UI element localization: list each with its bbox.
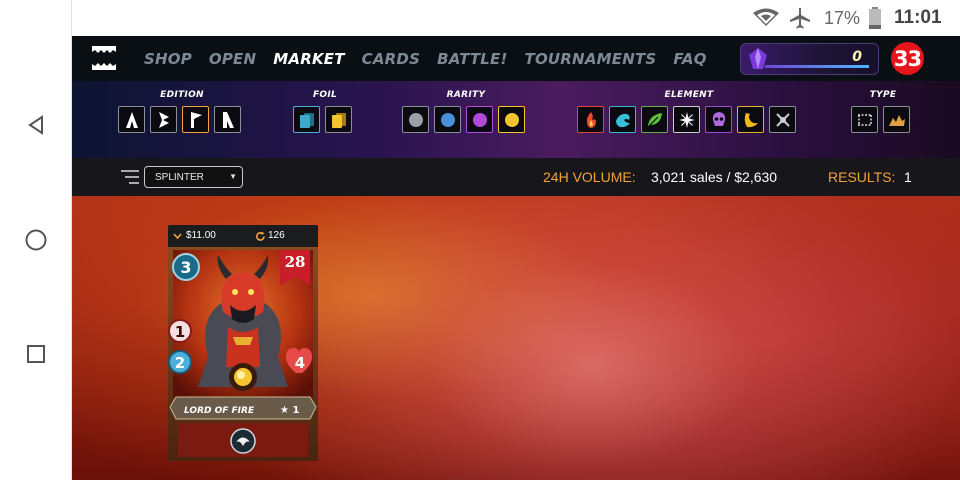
back-icon[interactable] — [18, 107, 54, 143]
battery-percentage: 17% — [824, 7, 861, 28]
earth-icon[interactable] — [641, 106, 668, 133]
clock: 11:01 — [894, 7, 942, 28]
mana-value: 0 — [852, 49, 862, 65]
rarity-rare-icon[interactable] — [434, 106, 461, 133]
neutral-icon[interactable] — [769, 106, 796, 133]
edition-alpha-icon[interactable] — [118, 106, 145, 133]
results-value: 1 — [904, 169, 912, 185]
foil-filter: FOIL — [293, 90, 357, 133]
mana-progress-bar — [765, 65, 869, 68]
menu-battle[interactable]: BATTLE! — [437, 50, 507, 68]
volume-value: 3,021 sales / $2,630 — [651, 169, 778, 185]
card-art: 28 3 1 2 4 LORD OF FIRE ★ 1 — [168, 247, 318, 461]
android-navigation-bar — [0, 0, 72, 480]
card-lord-of-fire[interactable]: $11.00 126 28 3 1 2 4 LORD OF FIRE ★ 1 — [168, 225, 318, 461]
game-viewport: SHOP OPEN MARKET CARDS BATTLE! TOURNAMEN… — [72, 36, 960, 480]
sort-select-value: SPLINTER — [155, 171, 204, 183]
volume-label: 24H VOLUME: — [543, 169, 636, 185]
card-health: 4 — [295, 354, 305, 372]
top-navigation: SHOP OPEN MARKET CARDS BATTLE! TOURNAMEN… — [72, 36, 960, 81]
rarity-filter: RARITY — [402, 90, 530, 133]
type-monster-icon[interactable] — [883, 106, 910, 133]
dragon-icon[interactable] — [737, 106, 764, 133]
card-level: 28 — [285, 253, 306, 271]
wifi-icon — [752, 0, 780, 36]
status-bar: 17% 11:01 — [72, 0, 960, 36]
menu-shop[interactable]: SHOP — [144, 50, 192, 68]
chevron-down-icon — [173, 233, 182, 239]
splinter-sort-select[interactable]: SPLINTER ▼ — [144, 166, 243, 188]
menu-market[interactable]: MARKET — [273, 50, 344, 68]
water-icon[interactable] — [609, 106, 636, 133]
element-filter: ELEMENT — [577, 90, 801, 133]
foil-gold-icon[interactable] — [325, 106, 352, 133]
card-quantity: 126 — [268, 230, 285, 241]
rarity-legendary-icon[interactable] — [498, 106, 525, 133]
foil-regular-icon[interactable] — [293, 106, 320, 133]
battery-icon — [868, 0, 882, 36]
mana-balance[interactable]: 0 — [740, 43, 879, 75]
card-stars: ★ 1 — [280, 405, 299, 416]
filter-list-icon[interactable] — [120, 169, 140, 185]
element-title: ELEMENT — [664, 90, 714, 100]
edition-beta-icon[interactable] — [150, 106, 177, 133]
type-summoner-icon[interactable] — [851, 106, 878, 133]
airplane-mode-icon — [788, 0, 812, 36]
menu-tournaments[interactable]: TOURNAMENTS — [525, 50, 657, 68]
card-name: LORD OF FIRE — [184, 406, 255, 416]
card-mana: 3 — [180, 258, 191, 277]
refresh-icon — [256, 231, 265, 241]
rarity-epic-icon[interactable] — [466, 106, 493, 133]
menu-cards[interactable]: CARDS — [362, 50, 420, 68]
edition-filter: EDITION — [118, 90, 246, 133]
edition-untamed-icon[interactable] — [182, 106, 209, 133]
main-menu: SHOP OPEN MARKET CARDS BATTLE! TOURNAMEN… — [144, 36, 724, 81]
splinterlands-logo-icon[interactable] — [89, 43, 119, 73]
life-icon[interactable] — [673, 106, 700, 133]
edition-reward-icon[interactable] — [214, 106, 241, 133]
fire-icon[interactable] — [577, 106, 604, 133]
menu-open[interactable]: OPEN — [209, 50, 256, 68]
card-speed: 2 — [175, 354, 185, 372]
rarity-title: RARITY — [446, 90, 486, 100]
recent-apps-icon[interactable] — [18, 336, 54, 372]
card-price: $11.00 — [186, 230, 216, 241]
foil-title: FOIL — [312, 90, 338, 100]
rarity-common-icon[interactable] — [402, 106, 429, 133]
filter-panel: EDITION FOIL RARITY ELEMENT TYPE — [72, 81, 960, 158]
home-icon[interactable] — [18, 222, 54, 258]
card-listing-header: $11.00 126 — [168, 225, 318, 247]
menu-faq[interactable]: FAQ — [673, 50, 706, 68]
card-attack: 1 — [175, 323, 185, 341]
chevron-down-icon: ▼ — [229, 172, 237, 181]
type-title: TYPE — [869, 90, 897, 100]
notification-badge[interactable]: 33 — [891, 42, 924, 75]
market-info-bar: SPLINTER ▼ 24H VOLUME: 3,021 sales / $2,… — [72, 158, 960, 196]
edition-title: EDITION — [160, 90, 204, 100]
results-label: RESULTS: — [828, 169, 896, 185]
death-icon[interactable] — [705, 106, 732, 133]
type-filter: TYPE — [851, 90, 915, 133]
